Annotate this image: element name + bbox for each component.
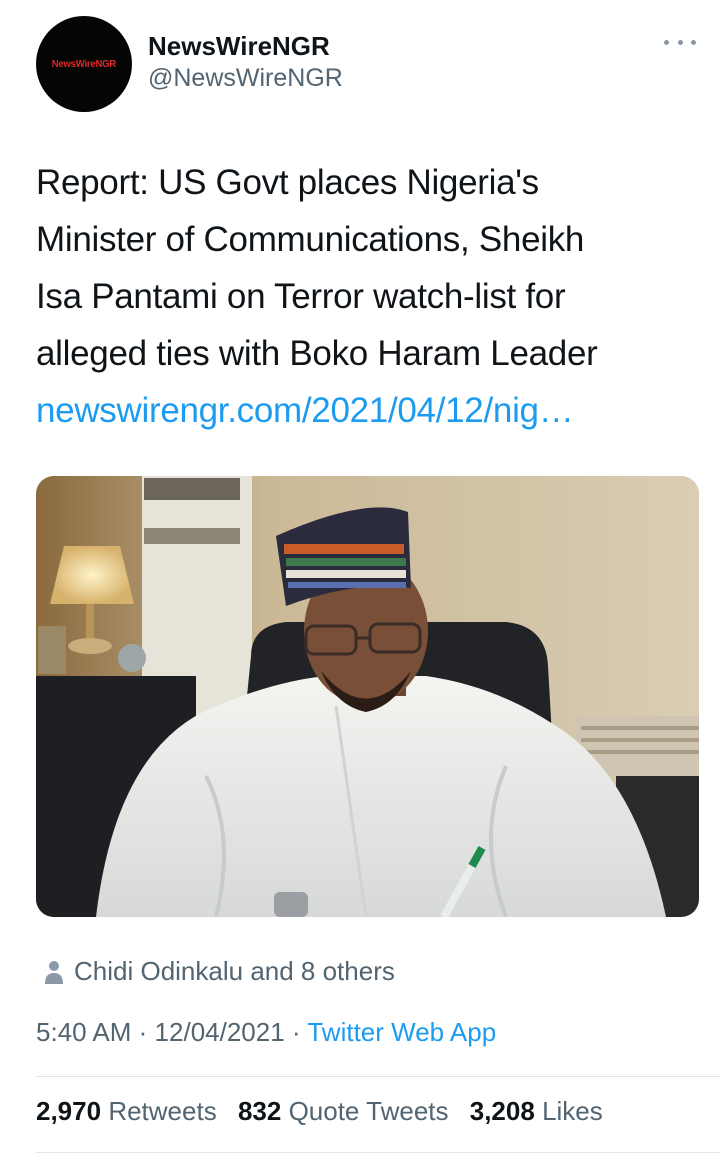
tweet-header: NewsWireNGR NewsWireNGR @NewsWireNGR: [36, 16, 700, 116]
retweets-count: 2,970: [36, 1096, 102, 1126]
tweet-text: Report: US Govt places Nigeria's Ministe…: [36, 154, 696, 439]
retweets-label: Retweets: [108, 1096, 217, 1126]
quote-tweets-count: 832: [237, 1096, 282, 1126]
meta-separator: ·: [138, 1017, 148, 1047]
likes-stat[interactable]: 3,208 Likes: [470, 1096, 603, 1126]
divider: [36, 1152, 720, 1153]
tweet-date[interactable]: 12/04/2021: [155, 1017, 285, 1047]
tweet-stats: 2,970 Retweets 832 Quote Tweets 3,208 Li…: [36, 1096, 617, 1127]
divider: [36, 1076, 720, 1077]
tweet-time[interactable]: 5:40 AM: [36, 1017, 131, 1047]
person-icon: [45, 960, 63, 984]
photo-illustration: [36, 476, 699, 917]
liked-by-text[interactable]: Chidi Odinkalu and 8 others: [74, 956, 395, 987]
retweets-stat[interactable]: 2,970 Retweets: [36, 1096, 217, 1126]
more-horizontal-icon[interactable]: [664, 34, 696, 50]
liked-by[interactable]: Chidi Odinkalu and 8 others: [44, 956, 395, 987]
tweet-text-line: Report: US Govt places Nigeria's: [36, 163, 539, 202]
author-names[interactable]: NewsWireNGR @NewsWireNGR: [148, 30, 343, 94]
author-handle[interactable]: @NewsWireNGR: [148, 62, 343, 94]
tweet-text-line: Isa Pantami on Terror watch-list for: [36, 277, 566, 316]
meta-separator: ·: [291, 1017, 301, 1047]
tweet-link[interactable]: newswirengr.com/2021/04/12/nig…: [36, 382, 696, 439]
tweet-text-line: Minister of Communications, Sheikh: [36, 220, 585, 259]
avatar-logo: NewsWireNGR: [51, 58, 117, 70]
tweet-text-line: alleged ties with Boko Haram Leader: [36, 334, 598, 373]
tweet-meta: 5:40 AM · 12/04/2021 · Twitter Web App: [36, 1017, 496, 1048]
tweet-detail: NewsWireNGR NewsWireNGR @NewsWireNGR Rep…: [0, 0, 720, 1163]
avatar[interactable]: NewsWireNGR: [36, 16, 132, 112]
likes-count: 3,208: [469, 1096, 535, 1126]
tweet-source[interactable]: Twitter Web App: [307, 1017, 496, 1047]
quote-tweets-stat[interactable]: 832 Quote Tweets: [238, 1096, 449, 1126]
tweet-image[interactable]: [36, 476, 699, 917]
author-display-name[interactable]: NewsWireNGR: [148, 30, 343, 62]
likes-label: Likes: [542, 1096, 603, 1126]
quote-tweets-label: Quote Tweets: [288, 1096, 449, 1126]
